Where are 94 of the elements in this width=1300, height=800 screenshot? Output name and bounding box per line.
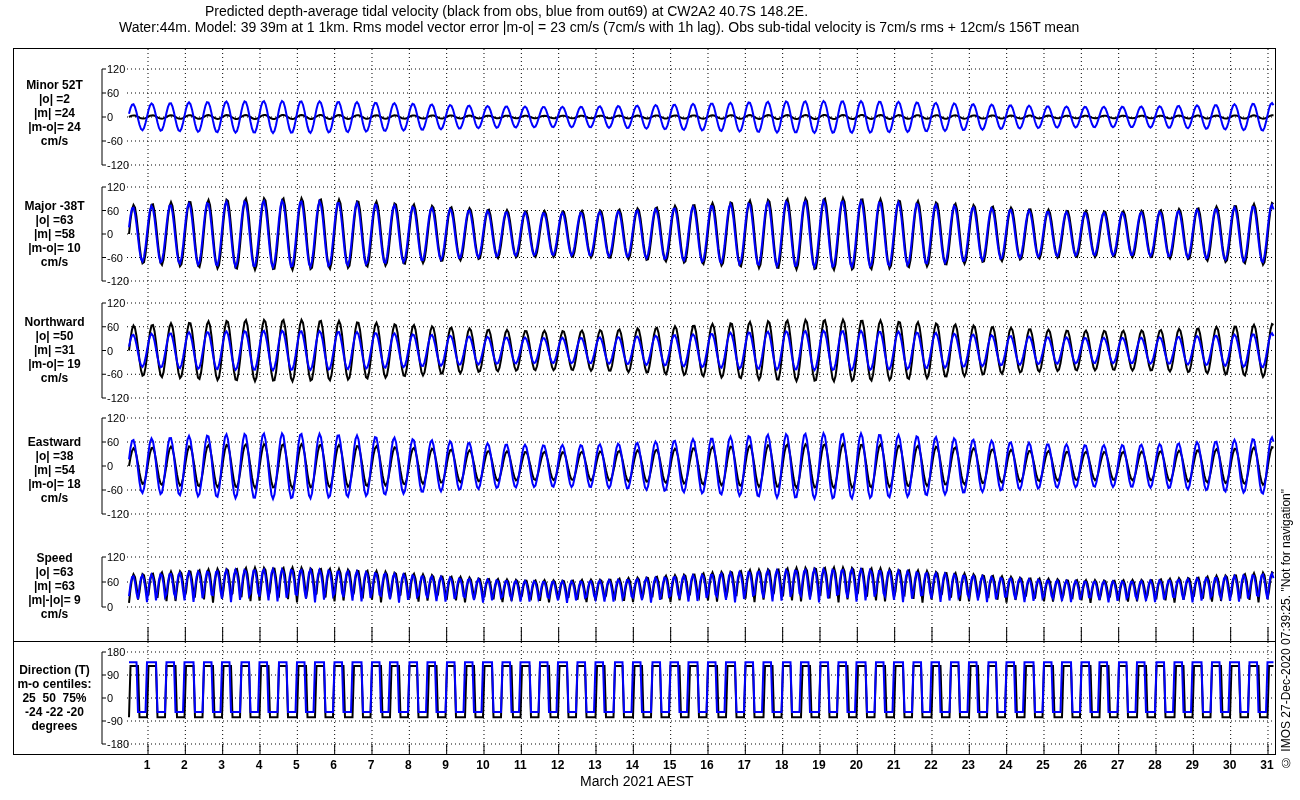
y-tick-label: -180 xyxy=(106,738,129,750)
y-tick-label: 60 xyxy=(106,87,120,99)
x-tick-label: 26 xyxy=(1073,758,1087,772)
panel-stat: Eastward xyxy=(27,434,82,449)
x-tick-label: 6 xyxy=(330,758,337,772)
panel-stat: 25 50 75% xyxy=(22,691,87,705)
panel-stat: |m-o|= 10 xyxy=(28,241,81,255)
y-tick-label: -120 xyxy=(106,508,129,520)
x-tick-label: 21 xyxy=(887,758,901,772)
y-tick-label: 0 xyxy=(106,111,114,123)
y-tick-label: -60 xyxy=(106,251,123,264)
y-tick-label: 60 xyxy=(106,576,120,588)
x-tick-label: 3 xyxy=(218,758,225,772)
x-tick-label: 25 xyxy=(1036,758,1050,772)
panel-stat: |m| =24 xyxy=(33,105,75,120)
chart-subtitle: Water:44m. Model: 39 39m at 1 1km. Rms model vector error |m-o| = 23 cm/s (7cm/s with 1h lag). Obs sub-tidal velocity is 7cm/s rms + 12cm/s 156T mean xyxy=(118,19,1081,35)
panel-stat: |o| =2 xyxy=(38,91,70,106)
y-tick-label: 180 xyxy=(106,646,126,658)
y-tick-label: 0 xyxy=(106,460,114,472)
x-tick-label: 1 xyxy=(143,758,151,772)
y-tick-label: -60 xyxy=(106,368,123,381)
y-tick-label: 90 xyxy=(106,669,120,681)
x-tick-label: 5 xyxy=(293,758,300,772)
panel-stat: Speed xyxy=(36,551,73,565)
panel-stat: cm/s xyxy=(40,371,69,385)
panel-stat: |m| =54 xyxy=(33,462,75,477)
y-tick-label: 120 xyxy=(106,551,126,563)
x-axis-label: March 2021 AEST xyxy=(579,773,695,789)
x-tick-label: 27 xyxy=(1111,758,1125,772)
panel-stat: cm/s xyxy=(40,255,69,269)
x-tick-label: 13 xyxy=(588,758,602,772)
y-tick-label: 120 xyxy=(106,297,126,309)
x-tick-label: 28 xyxy=(1148,758,1162,772)
panel-stat: |m| =58 xyxy=(33,227,75,241)
x-tick-label: 10 xyxy=(476,758,490,772)
x-tick-label: 30 xyxy=(1223,758,1237,772)
x-tick-label: 2 xyxy=(181,758,188,772)
panel-stat: |o| =38 xyxy=(35,448,74,463)
panel-stat: |m-o|= 18 xyxy=(28,476,81,491)
y-tick-label: -60 xyxy=(106,484,123,496)
y-tick-label: -120 xyxy=(106,392,129,404)
x-tick-label: 20 xyxy=(849,758,863,772)
panel-stat: |o| =63 xyxy=(35,213,74,227)
y-tick-label: 60 xyxy=(106,320,120,333)
panel-stat: |o| =50 xyxy=(35,329,74,343)
panel-stat: |m|-|o|= 9 xyxy=(28,593,81,607)
y-tick-label: -120 xyxy=(106,159,129,171)
y-axis xyxy=(101,556,107,608)
x-tick-label: 16 xyxy=(700,758,714,772)
y-tick-label: 60 xyxy=(106,436,120,448)
x-tick-label: 8 xyxy=(405,758,412,772)
x-tick-label: 14 xyxy=(625,758,639,772)
y-tick-label: -120 xyxy=(106,275,129,287)
x-tick-label: 11 xyxy=(514,758,527,772)
x-tick-label: 15 xyxy=(663,758,677,772)
panel-stat: Direction (T) xyxy=(19,663,90,677)
x-tick-label: 22 xyxy=(924,758,938,772)
x-tick-label: 9 xyxy=(442,758,449,772)
y-tick-label: 120 xyxy=(106,412,126,424)
x-tick-label: 24 xyxy=(999,758,1013,772)
panel-stat: cm/s xyxy=(40,607,69,621)
panel-stat: Northward xyxy=(24,315,85,329)
y-tick-label: 0 xyxy=(106,601,114,613)
y-tick-label: -60 xyxy=(106,135,123,147)
panel-stat: degrees xyxy=(31,719,78,733)
x-tick-label: 31 xyxy=(1260,758,1274,772)
panel-stat: Minor 52T xyxy=(26,77,83,92)
panel-stat: |m-o|= 19 xyxy=(28,357,81,371)
panel-stat: |m| =31 xyxy=(33,343,75,357)
y-tick-label: 0 xyxy=(106,344,114,357)
x-tick-label: 29 xyxy=(1185,758,1199,772)
panel-stat: Major -38T xyxy=(24,199,85,213)
x-tick-label: 12 xyxy=(551,758,565,772)
panel-stat: cm/s xyxy=(40,133,69,148)
x-tick-label: 17 xyxy=(737,758,751,772)
panel-stat: |m| =63 xyxy=(33,579,75,593)
x-tick-label: 19 xyxy=(812,758,826,772)
panel-stat: m-o centiles: xyxy=(17,677,92,691)
panel-stat: |m-o|= 24 xyxy=(28,119,81,134)
x-tick-label: 18 xyxy=(775,758,789,772)
y-tick-label: 120 xyxy=(106,63,126,75)
chart-title: Predicted depth-average tidal velocity (black from obs, blue from out69) at CW2A2 40.7S 148.2E. xyxy=(204,3,810,19)
y-tick-label: 0 xyxy=(106,692,114,704)
panel-stat: -24 -22 -20 xyxy=(25,705,84,719)
x-tick-label: 23 xyxy=(961,758,975,772)
x-tick-label: 4 xyxy=(255,758,263,772)
panel-stat: |o| =63 xyxy=(35,565,74,579)
x-tick-label: 7 xyxy=(367,758,375,772)
panel-stat: cm/s xyxy=(40,490,69,505)
y-tick-label: 0 xyxy=(106,228,114,240)
y-tick-label: 120 xyxy=(106,181,126,193)
y-tick-label: -90 xyxy=(106,715,123,727)
footer-note: © IMOS 27-Dec-2020 07:39:25. "Not for navigation" xyxy=(1278,489,1294,769)
y-tick-label: 60 xyxy=(106,204,120,217)
